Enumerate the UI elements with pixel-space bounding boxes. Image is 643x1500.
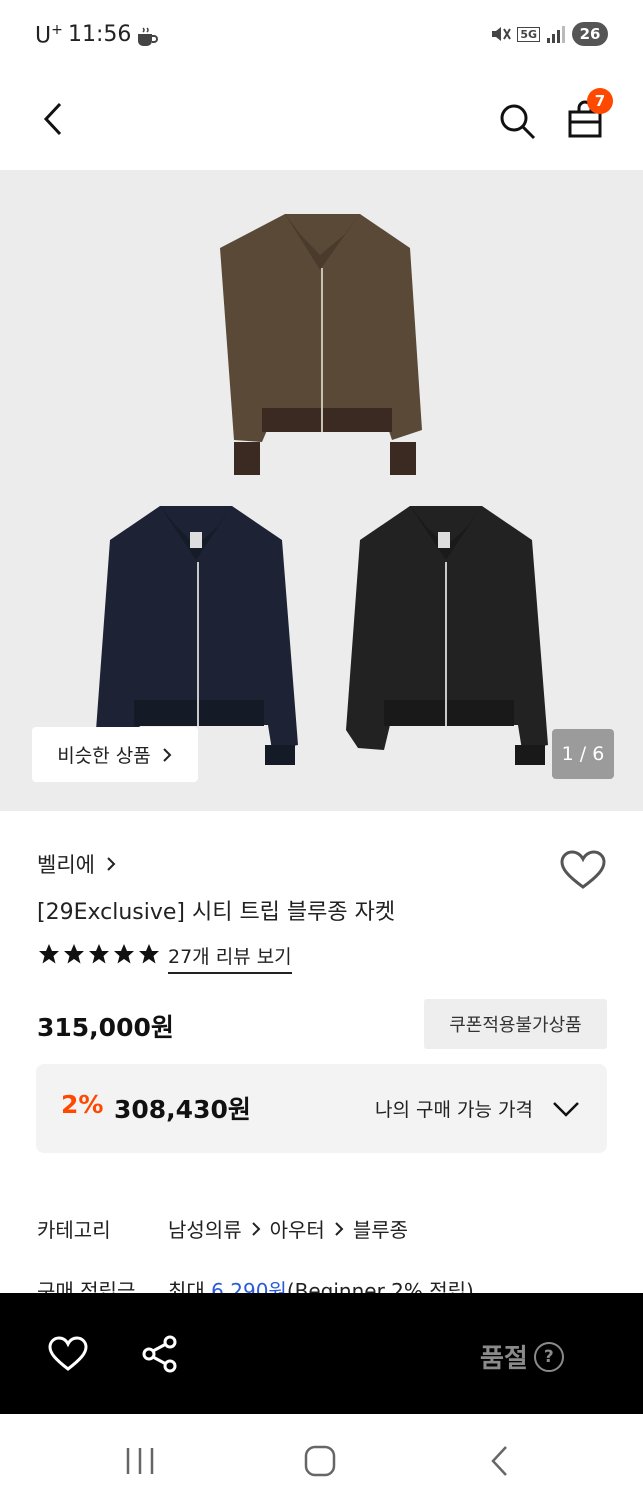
share-icon[interactable] xyxy=(140,1334,180,1374)
clock: 11:56 xyxy=(68,22,132,47)
star-rating xyxy=(37,942,161,966)
status-icons: 5G 26 xyxy=(489,22,608,46)
similar-products-button[interactable]: 비슷한 상품 xyxy=(32,727,198,782)
discounted-price: 308,430원 xyxy=(114,1095,251,1124)
battery-icon: 26 xyxy=(572,22,608,46)
star-icon xyxy=(39,944,59,964)
chevron-right-icon xyxy=(251,1221,261,1236)
brown-jacket-image xyxy=(220,214,422,475)
star-icon xyxy=(114,944,134,964)
recent-apps-icon[interactable] xyxy=(124,1446,156,1476)
my-price-label: 나의 구매 가능 가격 xyxy=(375,1099,533,1121)
heart-icon[interactable] xyxy=(48,1336,88,1372)
sold-out-label: 품절 xyxy=(480,1344,528,1374)
category-label: 카테고리 xyxy=(37,1218,111,1242)
product-image-gallery[interactable] xyxy=(0,170,643,811)
discount-rate: 2% xyxy=(61,1090,104,1119)
brand-link[interactable]: 벨리에 xyxy=(37,849,117,879)
cart-count-badge: 7 xyxy=(587,88,613,114)
top-app-bar xyxy=(0,72,643,170)
system-navigation-bar xyxy=(0,1414,643,1500)
category-link[interactable]: 아우터 xyxy=(270,1214,325,1243)
reviews-link[interactable]: 27개 리뷰 보기 xyxy=(168,942,292,974)
coffee-icon xyxy=(138,27,158,46)
product-price: 315,000원 xyxy=(37,1013,174,1042)
coupon-unavailable-badge: 쿠폰적용불가상품 xyxy=(424,999,607,1049)
product-image xyxy=(96,214,548,765)
sold-out-status: 품절 ? xyxy=(480,1338,564,1375)
chevron-left-icon[interactable] xyxy=(38,100,68,138)
status-bar: U+ 11:56 5G 26 xyxy=(0,0,643,72)
black-jacket-image xyxy=(346,506,548,765)
carrier-label: U+ xyxy=(35,22,63,49)
chevron-down-icon[interactable] xyxy=(552,1100,580,1118)
similar-products-label: 비슷한 상품 xyxy=(57,745,151,767)
product-title: [29Exclusive] 시티 트립 블루종 자켓 xyxy=(37,900,396,925)
signal-icon xyxy=(547,26,565,43)
help-icon[interactable]: ? xyxy=(533,1341,564,1372)
image-counter: 1 / 6 xyxy=(552,729,614,779)
network-5g-icon: 5G xyxy=(517,26,540,42)
star-icon xyxy=(64,944,84,964)
chevron-right-icon xyxy=(335,1221,344,1236)
search-icon[interactable] xyxy=(498,102,538,142)
mute-icon xyxy=(492,27,512,41)
chevron-right-icon xyxy=(163,747,172,762)
star-icon xyxy=(139,944,159,964)
category-breadcrumb: 남성의류 아우터 블루종 xyxy=(168,1214,408,1243)
back-icon[interactable] xyxy=(488,1444,512,1478)
brand-name: 벨리에 xyxy=(37,853,95,877)
wishlist-heart-icon[interactable] xyxy=(560,850,606,890)
star-icon xyxy=(89,944,109,964)
home-icon[interactable] xyxy=(304,1445,336,1477)
chevron-right-icon xyxy=(107,857,116,871)
category-link[interactable]: 남성의류 xyxy=(168,1214,242,1243)
category-link[interactable]: 블루종 xyxy=(353,1214,408,1243)
